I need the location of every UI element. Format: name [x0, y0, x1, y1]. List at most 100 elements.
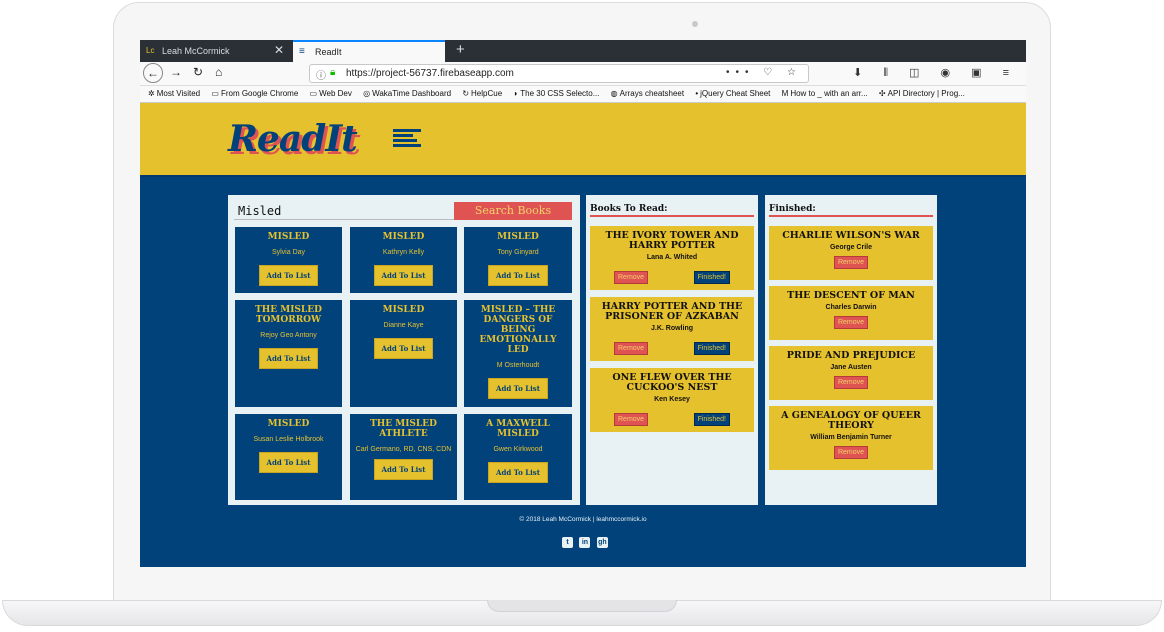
result-card: MISLED Sylvia Day Add To List: [235, 227, 342, 293]
add-to-list-button[interactable]: Add To List: [258, 348, 319, 369]
book-title: THE DESCENT OF MAN: [787, 290, 915, 301]
reload-icon[interactable]: ↻: [193, 65, 203, 79]
book-author: Tony Ginyard: [497, 249, 539, 256]
bookmark-jquery-cheat-sheet[interactable]: • jQuery Cheat Sheet: [695, 89, 770, 98]
url-bar[interactable]: ⓘ 🔒︎ https://project-56737.firebaseapp.c…: [309, 64, 809, 83]
tab-label: Leah McCormick: [162, 46, 230, 56]
result-card: A MAXWELL MISLED Gwen Kirkwood Add To Li…: [464, 414, 572, 500]
result-card: THE MISLED TOMORROW Rejoy Geo Antony Add…: [235, 300, 342, 407]
finished-button[interactable]: Finished!: [693, 413, 730, 426]
search-panel: Search Books MISLED Sylvia Day Add To Li…: [228, 195, 580, 505]
finished-heading: Finished:: [769, 204, 933, 217]
helpcue-icon: ↻: [462, 89, 470, 98]
book-author: Charles Darwin: [825, 304, 877, 311]
result-card: MISLED Susan Leslie Holbrook Add To List: [235, 414, 342, 500]
result-card: THE MISLED ATHLETE Carl Germano, RD, CNS…: [350, 414, 457, 500]
tab-leah-mccormick[interactable]: Lc Leah McCormick ✕: [140, 40, 292, 62]
info-icon[interactable]: ⓘ: [316, 67, 326, 82]
add-to-list-button[interactable]: Add To List: [488, 265, 548, 286]
linkedin-icon[interactable]: in: [579, 537, 591, 548]
card-actions: Remove Finished!: [590, 342, 754, 355]
books-to-read-panel: Books To Read: THE IVORY TOWER AND HARRY…: [586, 195, 758, 505]
book-title: MISLED: [497, 232, 539, 242]
add-to-list-button[interactable]: Add To List: [258, 452, 319, 473]
book-author: Rejoy Geo Antony: [260, 332, 317, 339]
toolbar-icons[interactable]: ⬇ ⫴ ◫ ◉ ▣ ≡: [853, 66, 1018, 80]
folder-icon: ▭: [211, 89, 219, 98]
remove-button[interactable]: Remove: [614, 413, 649, 426]
bookmark-helpcue[interactable]: ↻ HelpCue: [462, 89, 502, 98]
book-title: MISLED: [267, 419, 310, 429]
finished-card: THE DESCENT OF MAN Charles Darwin Remove: [769, 286, 933, 340]
tab-readit[interactable]: ≡ ReadIt: [293, 40, 445, 62]
book-title: CHARLIE WILSON'S WAR: [782, 230, 920, 241]
bookmark-most-visited[interactable]: ✲ Most Visited: [148, 89, 200, 98]
jquery-icon: •: [695, 89, 699, 98]
result-card: MISLED Tony Ginyard Add To List: [464, 227, 572, 293]
footer-text: © 2018 Leah McCormick | leahmccormick.io: [519, 516, 647, 523]
readit-logo[interactable]: ReadIt: [228, 118, 358, 160]
bookmark-arrays-cheatsheet[interactable]: ◍ Arrays cheatsheet: [611, 89, 684, 98]
books-to-read-heading: Books To Read:: [590, 204, 754, 217]
bookmark-how-to[interactable]: M How to _ with an arr...: [782, 89, 868, 98]
book-author: J.K. Rowling: [651, 325, 693, 332]
bookmark-api-directory[interactable]: ✣ API Directory | Prog...: [879, 89, 965, 98]
remove-button[interactable]: Remove: [614, 342, 649, 355]
search-input[interactable]: [234, 202, 454, 220]
readit-favicon-icon: ≡: [299, 46, 305, 57]
close-icon[interactable]: ✕: [274, 43, 284, 57]
tab-label: ReadIt: [315, 47, 342, 57]
home-icon[interactable]: ⌂: [215, 65, 222, 79]
book-author: Ken Kesey: [654, 396, 690, 403]
remove-button[interactable]: Remove: [833, 376, 869, 389]
forward-icon[interactable]: →: [170, 65, 182, 79]
finished-card: A GENEALOGY OF QUEER THEORY William Benj…: [769, 406, 933, 470]
screen: Lc Leah McCormick ✕ ≡ ReadIt + ← → ↻ ⌂ ⓘ…: [140, 40, 1026, 567]
bookmark-label: The 30 CSS Selecto...: [520, 89, 600, 98]
book-author: Carl Germano, RD, CNS, CDN: [355, 446, 452, 453]
remove-button[interactable]: Remove: [833, 256, 869, 269]
bookmark-web-dev[interactable]: ▭ Web Dev: [310, 89, 352, 98]
bookmark-label: Web Dev: [319, 89, 352, 98]
add-to-list-button[interactable]: Add To List: [488, 378, 548, 399]
bookmark-label: WakaTime Dashboard: [372, 89, 452, 98]
bookmark-label: How to _ with an arr...: [790, 89, 868, 98]
book-author: Jane Austen: [830, 364, 872, 371]
camera-icon: [692, 21, 698, 27]
add-to-list-button[interactable]: Add To List: [373, 338, 434, 359]
remove-button[interactable]: Remove: [833, 316, 869, 329]
card-actions: Remove Finished!: [590, 271, 754, 284]
remove-button[interactable]: Remove: [614, 271, 649, 284]
bookmark-label: Arrays cheatsheet: [619, 89, 685, 98]
book-author: Gwen Kirkwood: [493, 446, 543, 453]
bookmark-label: API Directory | Prog...: [887, 89, 965, 98]
add-to-list-button[interactable]: Add To List: [488, 462, 548, 483]
book-title: ONE FLEW OVER THE CUCKOO'S NEST: [612, 372, 732, 393]
page-actions-icon[interactable]: ••• ♡ ☆: [726, 67, 802, 78]
result-card: MISLED Dianne Kaye Add To List: [350, 300, 457, 407]
book-title: MISLED: [382, 232, 425, 242]
new-tab-icon[interactable]: +: [456, 41, 465, 58]
add-to-list-button[interactable]: Add To List: [258, 265, 319, 286]
finished-button[interactable]: Finished!: [693, 271, 730, 284]
search-books-button[interactable]: Search Books: [454, 202, 572, 220]
twitter-icon[interactable]: t: [562, 537, 573, 548]
finished-button[interactable]: Finished!: [693, 342, 730, 355]
bookmark-from-google-chrome[interactable]: ▭ From Google Chrome: [211, 89, 298, 98]
api-icon: ✣: [878, 89, 886, 98]
back-icon[interactable]: ←: [143, 63, 163, 83]
navigation-bar: ← → ↻ ⌂ ⓘ 🔒︎ https://project-56737.fireb…: [140, 62, 1026, 86]
book-title: MISLED: [267, 232, 310, 242]
bookmark-label: Most Visited: [156, 89, 201, 98]
bookmark-css-selectors[interactable]: ◗ The 30 CSS Selecto...: [513, 89, 599, 98]
bookmark-label: jQuery Cheat Sheet: [700, 89, 771, 98]
folder-icon: ▭: [309, 89, 318, 98]
remove-button[interactable]: Remove: [833, 446, 869, 459]
github-icon[interactable]: gh: [596, 537, 608, 548]
book-author: Lana A. Whited: [646, 254, 698, 261]
add-to-list-button[interactable]: Add To List: [373, 265, 434, 286]
add-to-list-button[interactable]: Add To List: [373, 459, 434, 480]
to-read-card: THE IVORY TOWER AND HARRY POTTER Lana A.…: [590, 226, 754, 290]
bookmark-wakatime[interactable]: ◎ WakaTime Dashboard: [363, 89, 451, 98]
book-author: George Crile: [829, 244, 872, 251]
